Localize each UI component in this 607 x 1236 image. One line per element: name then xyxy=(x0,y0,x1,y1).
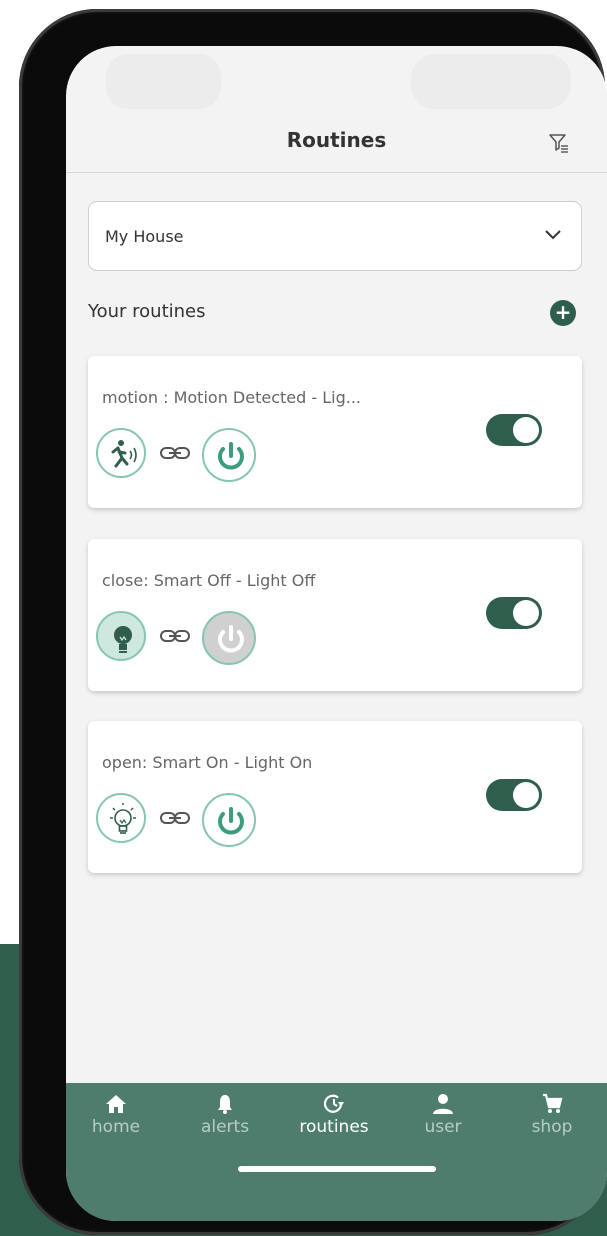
plus-icon: + xyxy=(554,300,572,324)
nav-label: shop xyxy=(531,1117,573,1137)
nav-item-alerts[interactable]: alerts xyxy=(180,1093,270,1137)
routine-card[interactable]: open: Smart On - Light On xyxy=(88,721,582,873)
status-bar-blur-right xyxy=(411,54,571,109)
routine-title: motion : Motion Detected - Lig... xyxy=(102,388,361,407)
chevron-down-icon xyxy=(545,230,561,240)
link-icon xyxy=(160,447,190,459)
toggle-knob xyxy=(513,417,539,443)
bulb-on-icon xyxy=(96,793,146,843)
bottom-nav: home alerts routines user shop xyxy=(66,1083,607,1221)
power-icon xyxy=(202,611,256,665)
nav-label: routines xyxy=(299,1117,369,1137)
bell-icon xyxy=(218,1095,232,1114)
toggle-knob xyxy=(513,782,539,808)
location-select-value: My House xyxy=(105,227,184,246)
home-indicator xyxy=(238,1166,436,1172)
clock-icon xyxy=(323,1094,344,1113)
routine-title: close: Smart Off - Light Off xyxy=(102,571,316,590)
top-header: Routines xyxy=(66,106,607,173)
link-icon xyxy=(160,630,190,642)
routine-toggle[interactable] xyxy=(486,597,542,629)
cart-icon xyxy=(543,1093,563,1113)
toggle-knob xyxy=(513,600,539,626)
nav-item-shop[interactable]: shop xyxy=(507,1093,597,1137)
nav-label: alerts xyxy=(200,1117,250,1137)
status-bar-blur-left xyxy=(106,54,221,109)
routine-toggle[interactable] xyxy=(486,779,542,811)
home-icon xyxy=(106,1095,126,1113)
routine-card[interactable]: close: Smart Off - Light Off xyxy=(88,539,582,691)
routine-title: open: Smart On - Light On xyxy=(102,753,313,772)
nav-label: home xyxy=(91,1117,141,1137)
add-routine-button[interactable]: + xyxy=(550,300,576,326)
nav-item-user[interactable]: user xyxy=(398,1093,488,1137)
routines-section-title: Your routines xyxy=(88,301,206,322)
page-title: Routines xyxy=(286,128,387,152)
routine-toggle[interactable] xyxy=(486,414,542,446)
app-screen: Routines My House Your routines + motion… xyxy=(66,46,607,1221)
motion-icon xyxy=(96,428,146,478)
nav-label: user xyxy=(424,1117,462,1137)
bulb-off-icon xyxy=(96,611,146,661)
filter-icon[interactable] xyxy=(548,132,570,154)
nav-item-routines[interactable]: routines xyxy=(289,1093,379,1137)
power-icon xyxy=(202,793,256,847)
routine-card[interactable]: motion : Motion Detected - Lig... xyxy=(88,356,582,508)
location-select[interactable]: My House xyxy=(88,201,582,271)
power-icon xyxy=(202,428,256,482)
user-icon xyxy=(433,1094,453,1114)
phone-frame: Routines My House Your routines + motion… xyxy=(19,9,607,1235)
nav-item-home[interactable]: home xyxy=(71,1093,161,1137)
link-icon xyxy=(160,812,190,824)
